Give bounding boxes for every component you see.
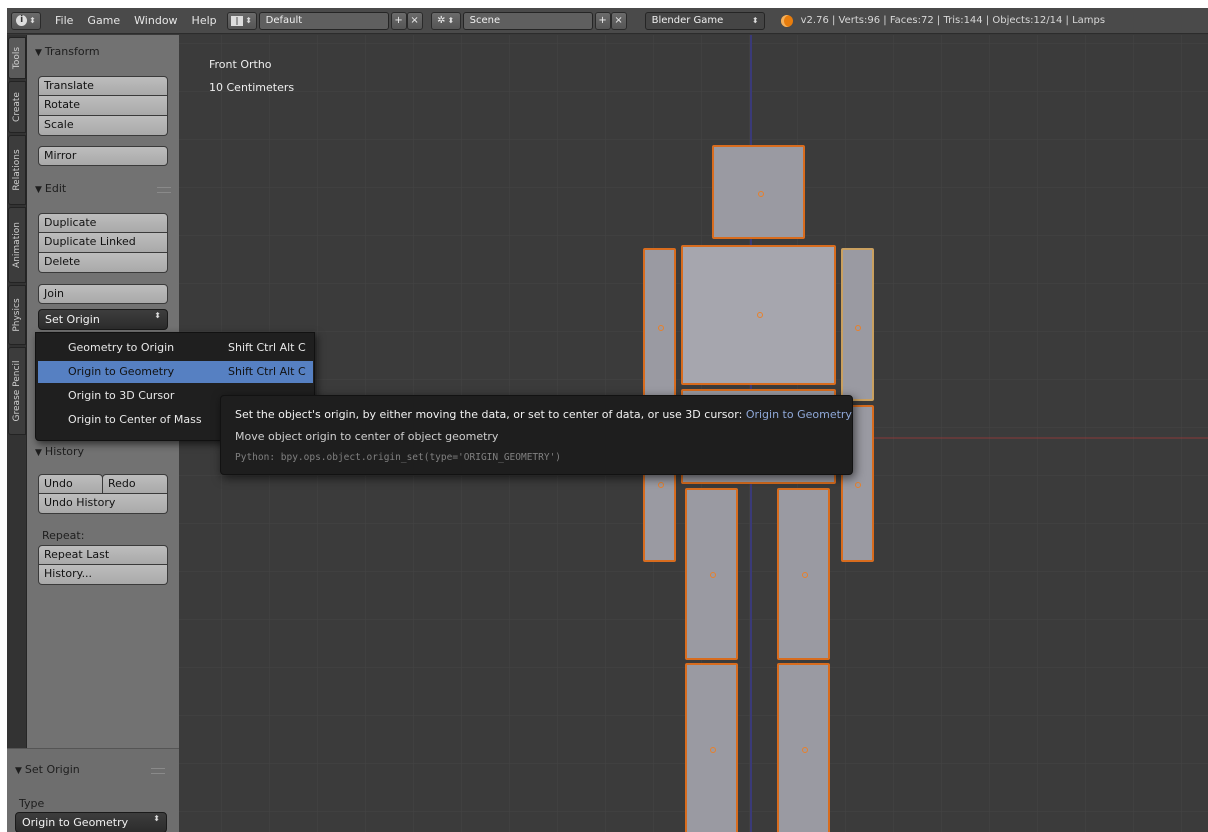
drag-grip-icon[interactable] <box>151 768 165 774</box>
scene-button[interactable]: ✲ ⬍ <box>430 11 461 30</box>
triangle-down-icon: ▼ <box>35 48 42 58</box>
origin-dot <box>855 325 861 331</box>
menu-help[interactable]: Help <box>192 14 217 27</box>
mesh-head[interactable] <box>712 145 805 239</box>
editor-type-button[interactable]: i ⬍ <box>11 11 41 30</box>
chevron-updown-icon: ⬍ <box>751 15 759 25</box>
origin-dot <box>758 191 764 197</box>
tooltip: Set the object's origin, by either movin… <box>220 395 853 475</box>
history-button[interactable]: History... <box>38 565 168 585</box>
triangle-down-icon: ▼ <box>35 185 42 195</box>
set-origin-label: Set Origin <box>45 313 100 326</box>
mesh-chest[interactable] <box>681 245 836 385</box>
origin-dot <box>710 747 716 753</box>
screen-layout-button[interactable]: ⬍ <box>226 11 257 30</box>
origin-type-select[interactable]: Origin to Geometry ⬍ <box>15 812 167 832</box>
repeat-last-button[interactable]: Repeat Last <box>38 545 168 565</box>
menu-item-origin-to-geometry[interactable]: Origin to Geometry Shift Ctrl Alt C <box>38 361 313 383</box>
mesh-upper-arm-left[interactable] <box>643 248 676 401</box>
add-layout-button[interactable]: + <box>390 11 407 30</box>
triangle-down-icon: ▼ <box>15 766 22 776</box>
duplicate-button[interactable]: Duplicate <box>38 213 168 233</box>
render-engine-select[interactable]: Blender Game ⬍ <box>644 11 765 30</box>
add-scene-button[interactable]: + <box>594 11 611 30</box>
plus-icon: + <box>394 15 403 26</box>
toolshelf-tabs: Tools Create Relations Animation Physics… <box>7 35 27 832</box>
mesh-shin-left[interactable] <box>685 663 738 832</box>
close-icon: × <box>410 15 419 26</box>
chevron-updown-icon: ⬍ <box>245 15 252 25</box>
mesh-shin-right[interactable] <box>777 663 830 832</box>
tab-create[interactable]: Create <box>8 81 26 133</box>
menu-window[interactable]: Window <box>134 14 177 27</box>
chevron-updown-icon: ⬍ <box>447 15 455 25</box>
join-button[interactable]: Join <box>38 284 168 304</box>
undo-history-button[interactable]: Undo History <box>38 494 168 514</box>
chevron-updown-icon: ⬍ <box>29 15 36 25</box>
panel-edit-header[interactable]: ▼ Edit <box>35 182 66 195</box>
type-label: Type <box>19 797 45 810</box>
tooltip-description: Set the object's origin, by either movin… <box>235 408 852 421</box>
scene-field[interactable]: Scene <box>462 11 593 30</box>
translate-button[interactable]: Translate <box>38 76 168 96</box>
scale-button[interactable]: Scale <box>38 116 168 136</box>
view-name: Front Ortho <box>209 58 272 71</box>
info-icon: i <box>16 15 28 26</box>
plus-icon: + <box>598 15 607 26</box>
screen-layout-field[interactable]: Default <box>258 11 389 30</box>
mesh-thigh-right[interactable] <box>777 488 830 660</box>
menu-game[interactable]: Game <box>87 14 120 27</box>
mirror-button[interactable]: Mirror <box>38 146 168 166</box>
info-header: i ⬍ File Game Window Help ⬍ Default + × … <box>7 8 1208 34</box>
tab-tools[interactable]: Tools <box>8 37 26 79</box>
delete-button[interactable]: Delete <box>38 253 168 273</box>
panel-set-origin-header[interactable]: ▼ Set Origin <box>15 763 80 776</box>
delete-scene-button[interactable]: × <box>610 11 627 30</box>
scene-stats: v2.76 | Verts:96 | Faces:72 | Tris:144 |… <box>800 15 1106 26</box>
panel-transform-header[interactable]: ▼ Transform <box>35 45 100 58</box>
layout-grid-icon <box>231 15 244 26</box>
close-icon: × <box>614 15 623 26</box>
operator-redo-panel: ▼ Set Origin Type Origin to Geometry ⬍ <box>7 748 179 832</box>
tooltip-python: Python: bpy.ops.object.origin_set(type='… <box>235 452 562 463</box>
repeat-label: Repeat: <box>42 529 85 542</box>
grid-scale-text: 10 Centimeters <box>209 81 295 94</box>
menu-file[interactable]: File <box>55 14 73 27</box>
redo-button[interactable]: Redo <box>102 474 168 494</box>
origin-dot <box>855 482 861 488</box>
menu-item-geometry-to-origin[interactable]: Geometry to Origin Shift Ctrl Alt C <box>38 337 313 359</box>
blender-logo-icon <box>780 14 793 27</box>
render-engine-label: Blender Game <box>651 15 724 26</box>
set-origin-dropdown[interactable]: Set Origin ⬍ <box>38 309 168 330</box>
drag-grip-icon[interactable] <box>157 187 171 193</box>
mesh-upper-arm-right[interactable] <box>841 248 874 401</box>
chevron-updown-icon: ⬍ <box>153 814 160 823</box>
tooltip-value: Origin to Geometry <box>745 408 852 421</box>
panel-history-header[interactable]: ▼ History <box>35 445 84 458</box>
origin-dot <box>802 747 808 753</box>
origin-dot <box>710 572 716 578</box>
origin-type-value: Origin to Geometry <box>22 816 129 829</box>
chevron-updown-icon: ⬍ <box>154 311 161 320</box>
triangle-down-icon: ▼ <box>35 448 42 458</box>
tab-physics[interactable]: Physics <box>8 285 26 345</box>
tooltip-detail: Move object origin to center of object g… <box>235 430 499 443</box>
rotate-button[interactable]: Rotate <box>38 96 168 116</box>
tab-animation[interactable]: Animation <box>8 207 26 283</box>
scene-icon: ✲ <box>437 15 446 26</box>
origin-dot <box>658 325 664 331</box>
delete-layout-button[interactable]: × <box>406 11 423 30</box>
undo-button[interactable]: Undo <box>38 474 103 494</box>
duplicate-linked-button[interactable]: Duplicate Linked <box>38 233 168 253</box>
origin-dot <box>658 482 664 488</box>
mesh-thigh-left[interactable] <box>685 488 738 660</box>
origin-dot <box>802 572 808 578</box>
tab-grease-pencil[interactable]: Grease Pencil <box>8 347 26 435</box>
origin-dot <box>757 312 763 318</box>
tab-relations[interactable]: Relations <box>8 135 26 205</box>
blender-window: i ⬍ File Game Window Help ⬍ Default + × … <box>7 8 1208 832</box>
